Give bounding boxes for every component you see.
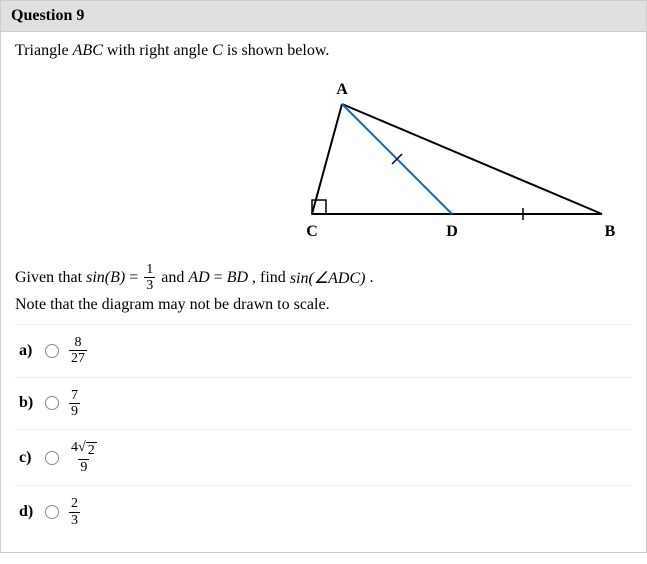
given-seg: .: [369, 269, 373, 287]
segment-ad-label: AD: [188, 269, 209, 287]
given-seg: Given that: [15, 269, 82, 287]
question-block: Question 9 Triangle ABC with right angle…: [0, 0, 647, 553]
frac-den: 3: [144, 277, 155, 293]
frac-num: 2: [69, 496, 80, 511]
segment-bd-label: BD: [227, 269, 248, 287]
option-c-value: 4√2 9: [69, 440, 99, 475]
prompt-seg: with right angle: [103, 42, 212, 59]
label-c: C: [306, 223, 318, 240]
answer-options: a) 8 27 b) 7 9 c) 4: [15, 324, 632, 538]
frac-den: 27: [69, 350, 87, 366]
label-d: D: [446, 223, 458, 240]
radical-symbol: √: [78, 441, 86, 455]
given-seg: =: [214, 269, 223, 287]
fraction-one-third: 1 3: [144, 262, 155, 294]
question-body: Triangle ABC with right angle C is shown…: [1, 32, 646, 552]
option-c: c) 4√2 9: [15, 430, 632, 486]
question-title: Question 9: [11, 7, 84, 24]
option-b: b) 7 9: [15, 378, 632, 431]
option-letter: b): [19, 394, 37, 412]
option-a-radio[interactable]: [45, 344, 59, 358]
sin-b-label: sin(B): [86, 269, 125, 287]
frac-num: 7: [69, 388, 80, 403]
frac-den: 3: [69, 512, 80, 528]
side-ab: [342, 104, 602, 214]
radicand: 2: [86, 442, 97, 458]
frac-num: 8: [73, 335, 84, 350]
option-a: a) 8 27: [15, 325, 632, 378]
prompt-triangle-name: ABC: [73, 42, 103, 59]
given-statement: Given that sin(B) = 1 3 and AD = BD , fi…: [15, 262, 632, 294]
frac-den: 9: [78, 459, 89, 475]
frac-num: 1: [144, 262, 155, 277]
coef: 4: [71, 440, 78, 455]
side-ac: [312, 104, 342, 214]
option-d-radio[interactable]: [45, 505, 59, 519]
figure-container: A C D B: [15, 64, 632, 258]
option-a-value: 8 27: [69, 335, 87, 367]
option-letter: a): [19, 342, 37, 360]
prompt-text: Triangle ABC with right angle C is shown…: [15, 42, 632, 60]
angle-adc-text: (∠ADC): [308, 270, 365, 287]
option-d: d) 2 3: [15, 486, 632, 538]
given-seg: , find: [252, 269, 286, 287]
question-header: Question 9: [1, 1, 646, 32]
sin-adc-label: sin(∠ADC): [290, 268, 366, 288]
sqrt-icon: √2: [78, 441, 97, 458]
option-letter: d): [19, 503, 37, 521]
label-a: A: [336, 81, 348, 98]
label-b: B: [605, 223, 616, 240]
triangle-diagram: A C D B: [292, 74, 622, 254]
option-b-radio[interactable]: [45, 396, 59, 410]
frac-den: 9: [69, 403, 80, 419]
given-seg: =: [129, 269, 138, 287]
prompt-seg: is shown below.: [223, 42, 330, 59]
option-letter: c): [19, 449, 37, 467]
prompt-seg: Triangle: [15, 42, 73, 59]
frac-num: 4√2: [69, 440, 99, 458]
scale-note: Note that the diagram may not be drawn t…: [15, 296, 632, 314]
prompt-right-angle-vertex: C: [212, 42, 223, 59]
option-d-value: 2 3: [69, 496, 80, 528]
given-seg: and: [161, 269, 184, 287]
sin-text: sin: [290, 270, 309, 287]
option-c-radio[interactable]: [45, 451, 59, 465]
option-b-value: 7 9: [69, 388, 80, 420]
